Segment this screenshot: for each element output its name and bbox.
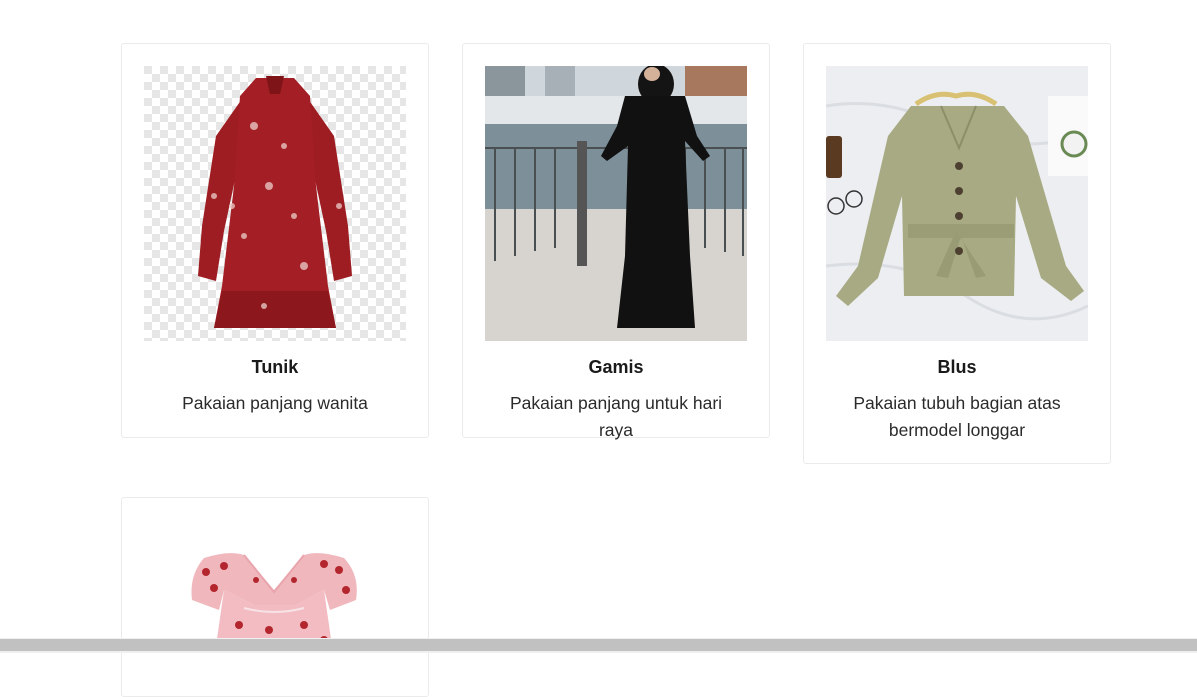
product-title: Blus bbox=[937, 357, 977, 377]
product-card-tunik[interactable]: Tunik Pakaian panjang wanita bbox=[121, 43, 429, 438]
product-description: Pakaian panjang wanita bbox=[182, 393, 368, 413]
product-description: Pakaian tubuh bagian atas bermodel longg… bbox=[853, 393, 1061, 440]
product-card-gamis[interactable]: Gamis Pakaian panjang untuk hari raya bbox=[462, 43, 770, 440]
product-image-blus[interactable] bbox=[826, 66, 1088, 341]
product-card-blus[interactable]: Blus Pakaian tubuh bagian atas bermodel … bbox=[803, 43, 1111, 464]
product-image-gamis[interactable] bbox=[485, 66, 747, 341]
product-title: Gamis bbox=[588, 357, 644, 377]
product-card-dress[interactable] bbox=[121, 497, 429, 697]
product-title: Tunik bbox=[251, 357, 299, 377]
horizontal-scrollbar[interactable] bbox=[0, 638, 1197, 653]
scrollbar-thumb[interactable] bbox=[0, 639, 1197, 651]
product-image-tunik[interactable] bbox=[144, 66, 406, 341]
product-description: Pakaian panjang untuk hari raya bbox=[509, 393, 723, 440]
product-image-dress[interactable] bbox=[144, 530, 406, 650]
